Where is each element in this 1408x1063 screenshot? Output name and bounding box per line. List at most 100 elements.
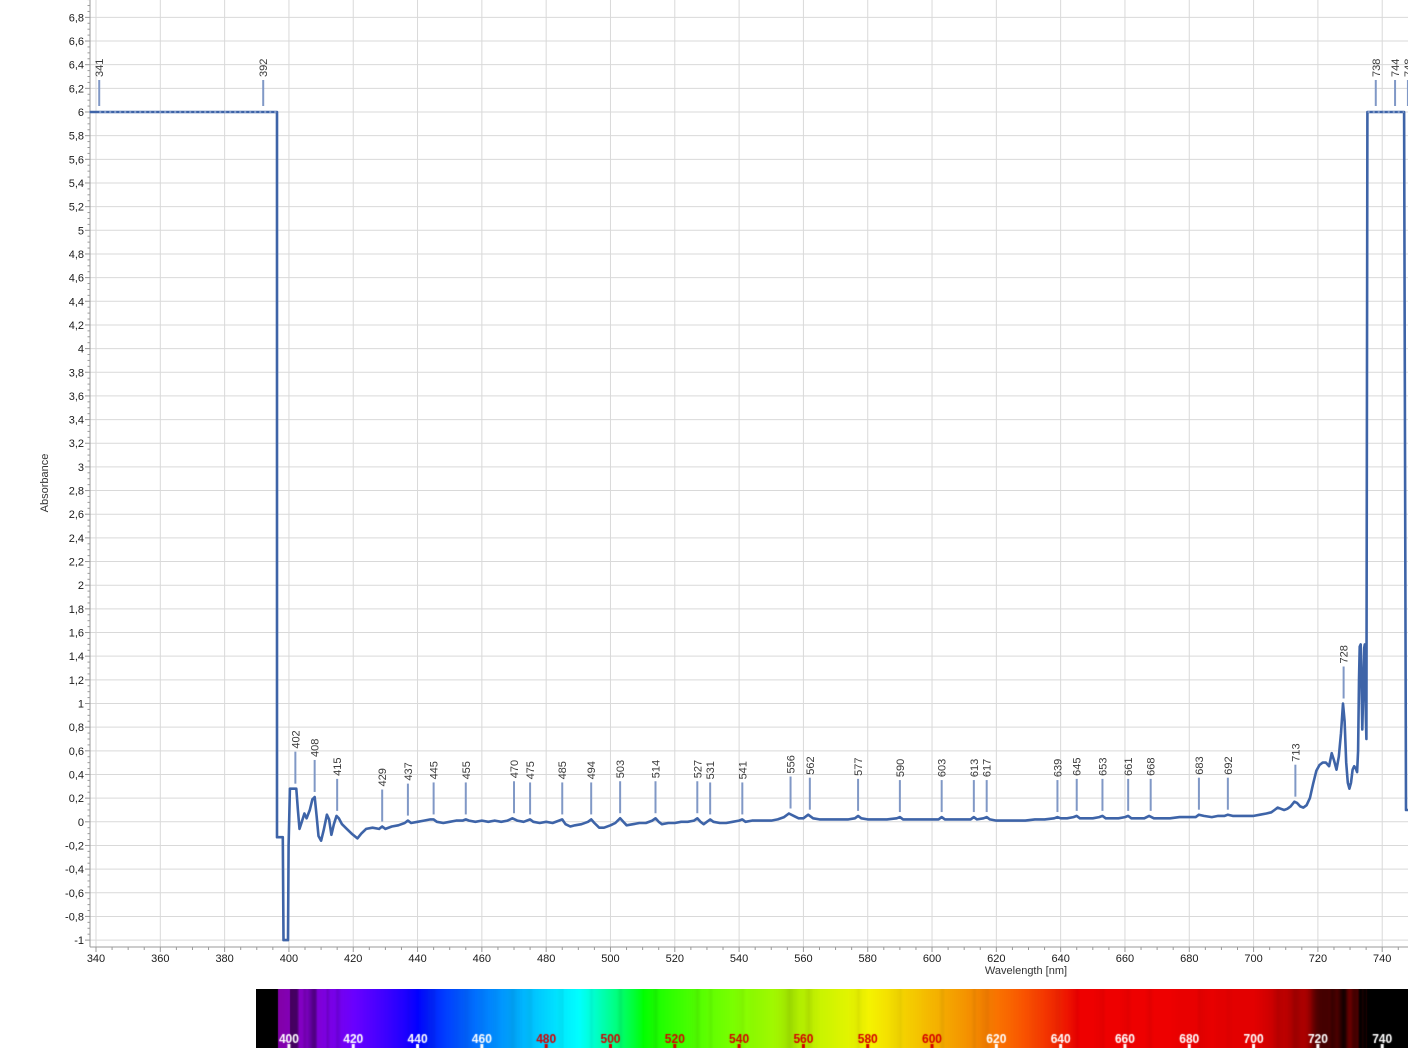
y-axis-title: Absorbance xyxy=(39,454,51,513)
x-tick-label: 740 xyxy=(1373,953,1391,965)
peak-wavelength-label: 603 xyxy=(937,759,949,777)
y-tick-label: 3,4 xyxy=(69,415,84,427)
x-tick-label: 540 xyxy=(730,953,748,965)
peak-wavelength-label: 541 xyxy=(737,761,749,779)
x-tick-label: 500 xyxy=(601,953,619,965)
peak-wavelength-label: 639 xyxy=(1052,759,1064,777)
peak-wavelength-label: 531 xyxy=(705,761,717,779)
peak-wavelength-label: 653 xyxy=(1097,758,1109,776)
y-tick-label: 0,6 xyxy=(69,746,84,758)
x-tick-label: 380 xyxy=(215,953,233,965)
peak-wavelength-label: 744 xyxy=(1390,59,1402,77)
peak-wavelength-label: 341 xyxy=(94,59,106,77)
spectrometer-chart-window: -1-0,8-0,6-0,4-0,200,20,40,60,811,21,41,… xyxy=(0,0,1408,1063)
peak-wavelength-label: 402 xyxy=(290,730,302,748)
y-tick-label: -1 xyxy=(74,935,84,947)
peak-wavelength-label: 494 xyxy=(586,761,598,779)
x-tick-label: 620 xyxy=(987,953,1005,965)
peak-wavelength-label: 392 xyxy=(258,59,270,77)
peak-wavelength-label: 683 xyxy=(1194,756,1206,774)
x-tick-label: 460 xyxy=(473,953,491,965)
y-tick-label: 5,4 xyxy=(69,178,84,190)
peak-wavelength-label: 617 xyxy=(982,759,994,777)
y-tick-label: 0,2 xyxy=(69,793,84,805)
y-tick-label: 3,8 xyxy=(69,367,84,379)
peak-wavelength-label: 645 xyxy=(1072,758,1084,776)
x-tick-label: 700 xyxy=(1244,953,1262,965)
peak-wavelength-label: 556 xyxy=(786,755,798,773)
y-tick-label: 5,2 xyxy=(69,202,84,214)
peak-wavelength-label: 527 xyxy=(692,760,704,778)
x-tick-label: 560 xyxy=(794,953,812,965)
x-axis-title: Wavelength [nm] xyxy=(985,965,1067,977)
y-tick-label: 2,2 xyxy=(69,557,84,569)
y-tick-label: 0,4 xyxy=(69,769,84,781)
y-tick-label: 4,2 xyxy=(69,320,84,332)
x-tick-labels: 3403603804004204404604805005205405605806… xyxy=(87,953,1392,965)
y-tick-label: 6,2 xyxy=(69,83,84,95)
y-tick-label: -0,4 xyxy=(65,864,84,876)
y-tick-label: 5 xyxy=(78,225,84,237)
x-tick-label: 680 xyxy=(1180,953,1198,965)
peak-wavelength-label: 445 xyxy=(429,761,441,779)
y-tick-label: 6,4 xyxy=(69,60,84,72)
peak-wavelength-label: 613 xyxy=(969,759,981,777)
peak-wavelength-label: 475 xyxy=(525,761,537,779)
x-tick-label: 660 xyxy=(1116,953,1134,965)
y-tick-label: 3,6 xyxy=(69,391,84,403)
peak-wavelength-label: 408 xyxy=(310,739,322,757)
y-tick-label: 1,6 xyxy=(69,628,84,640)
y-tick-label: 2,4 xyxy=(69,533,84,545)
peak-wavelength-label: 590 xyxy=(895,759,907,777)
x-tick-label: 720 xyxy=(1309,953,1327,965)
gridlines xyxy=(90,0,1408,947)
x-tick-label: 520 xyxy=(666,953,684,965)
x-tick-label: 600 xyxy=(923,953,941,965)
peak-wavelength-label: 668 xyxy=(1146,758,1158,776)
y-tick-label: 2,6 xyxy=(69,509,84,521)
absorbance-curve xyxy=(90,112,1408,940)
peak-wavelength-label: 577 xyxy=(853,758,865,776)
visible-spectrum-bar xyxy=(256,989,1408,1048)
peak-wavelength-label: 455 xyxy=(461,761,473,779)
y-tick-label: 4,4 xyxy=(69,296,84,308)
y-tick-label: 1,8 xyxy=(69,604,84,616)
y-tick-label: 3,2 xyxy=(69,438,84,450)
axes xyxy=(90,0,1408,947)
x-tick-label: 360 xyxy=(151,953,169,965)
x-tick-label: 480 xyxy=(537,953,555,965)
peak-wavelength-label: 728 xyxy=(1339,645,1351,663)
x-tick-label: 440 xyxy=(408,953,426,965)
y-tick-label: 1 xyxy=(78,699,84,711)
y-tick-label: -0,8 xyxy=(65,911,84,923)
y-tick-label: 5,6 xyxy=(69,154,84,166)
y-tick-label: 6,6 xyxy=(69,36,84,48)
x-tick-label: 640 xyxy=(1051,953,1069,965)
peak-wavelength-label: 713 xyxy=(1290,743,1302,761)
y-tick-label: -0,6 xyxy=(65,888,84,900)
peak-wavelength-label: 514 xyxy=(650,760,662,778)
peak-wavelength-label: 692 xyxy=(1223,756,1235,774)
x-tick-label: 340 xyxy=(87,953,105,965)
absorbance-plot-area[interactable]: -1-0,8-0,6-0,4-0,200,20,40,60,811,21,41,… xyxy=(0,0,1408,1063)
y-tick-label: 4 xyxy=(78,344,84,356)
peak-wavelength-label: 437 xyxy=(403,762,415,780)
y-tick-label: 4,8 xyxy=(69,249,84,261)
peak-wavelength-label: 562 xyxy=(805,756,817,774)
y-tick-label: 6,8 xyxy=(69,12,84,24)
y-tick-label: 5,8 xyxy=(69,131,84,143)
peak-wavelength-label: 415 xyxy=(332,758,344,776)
y-tick-label: 2,8 xyxy=(69,486,84,498)
y-tick-label: 2 xyxy=(78,580,84,592)
peak-wavelength-label: 429 xyxy=(377,768,389,786)
y-tick-label: 0 xyxy=(78,817,84,829)
y-tick-label: 1,4 xyxy=(69,651,84,663)
peak-wavelength-label: 470 xyxy=(509,760,521,778)
y-tick-label: 3 xyxy=(78,462,84,474)
x-tick-label: 420 xyxy=(344,953,362,965)
peak-labels: 3413924024084154294374454554704754854945… xyxy=(94,59,1408,822)
y-tick-label: 4,6 xyxy=(69,273,84,285)
y-tick-labels: -1-0,8-0,6-0,4-0,200,20,40,60,811,21,41,… xyxy=(65,12,84,947)
y-tick-label: -0,2 xyxy=(65,840,84,852)
y-tick-label: 6 xyxy=(78,107,84,119)
